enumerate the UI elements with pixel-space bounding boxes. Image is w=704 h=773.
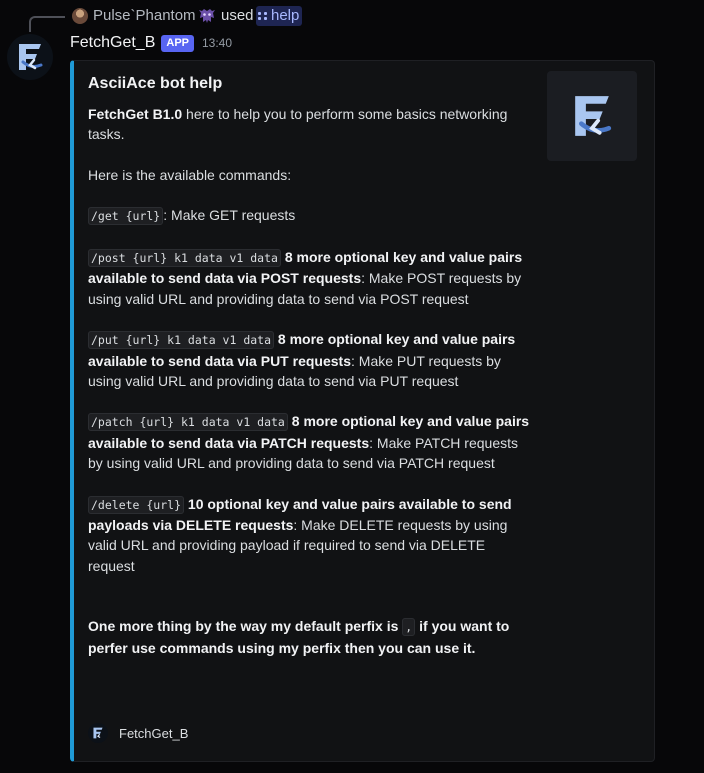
embed-title: AsciiAce bot help [88,75,223,92]
command-code: /patch {url} k1 data v1 data [88,413,288,432]
footer-logo-icon [88,723,108,743]
closing-note: One more thing by the way my default per… [88,618,510,656]
available-heading: Here is the available commands: [88,166,292,183]
bot-avatar[interactable] [7,34,53,80]
reply-spine [29,16,65,32]
app-badge: APP [161,34,194,52]
embed-description: FetchGet B1.0 here to help you to perfor… [88,104,533,658]
command-post: /post {url} k1 data v1 data 8 more optio… [88,249,523,307]
embed-footer: FetchGet_B [88,723,188,743]
fetchget-logo-icon [575,96,612,136]
command-code: /put {url} k1 data v1 data [88,331,275,350]
message-header: FetchGet_B APP 13:40 [70,34,232,52]
bot-version: FetchGet B1.0 [88,106,183,122]
slash-command-mention[interactable]: help [256,6,303,26]
prefix-code: , [402,618,416,637]
intro-paragraph: FetchGet B1.0 here to help you to perfor… [88,106,508,143]
reply-username[interactable]: Pulse`Phantom [93,7,196,24]
help-embed: AsciiAce bot help FetchGet B1.0 here to … [70,60,655,762]
alien-icon [199,9,215,23]
command-code: /post {url} k1 data v1 data [88,249,281,268]
command-grid-icon [258,12,268,20]
command-delete: /delete {url} 10 optional key and value … [88,495,512,574]
command-code: /get {url} [88,207,164,226]
fetchget-logo-icon [19,44,43,70]
command-patch: /patch {url} k1 data v1 data 8 more opti… [88,413,530,472]
reply-user-avatar[interactable] [72,8,88,24]
embed-thumbnail[interactable] [547,71,637,161]
command-get: /get {url}: Make GET requests [88,205,533,226]
reply-used-label: used [221,7,254,24]
command-put: /put {url} k1 data v1 data 8 more option… [88,331,516,389]
command-code: /delete {url} [88,495,185,514]
footer-text: FetchGet_B [119,725,189,741]
reply-context[interactable]: Pulse`Phantom used help [0,0,704,32]
slash-command-name: help [271,7,300,24]
author-name[interactable]: FetchGet_B [70,34,155,52]
message-timestamp[interactable]: 13:40 [202,36,232,50]
